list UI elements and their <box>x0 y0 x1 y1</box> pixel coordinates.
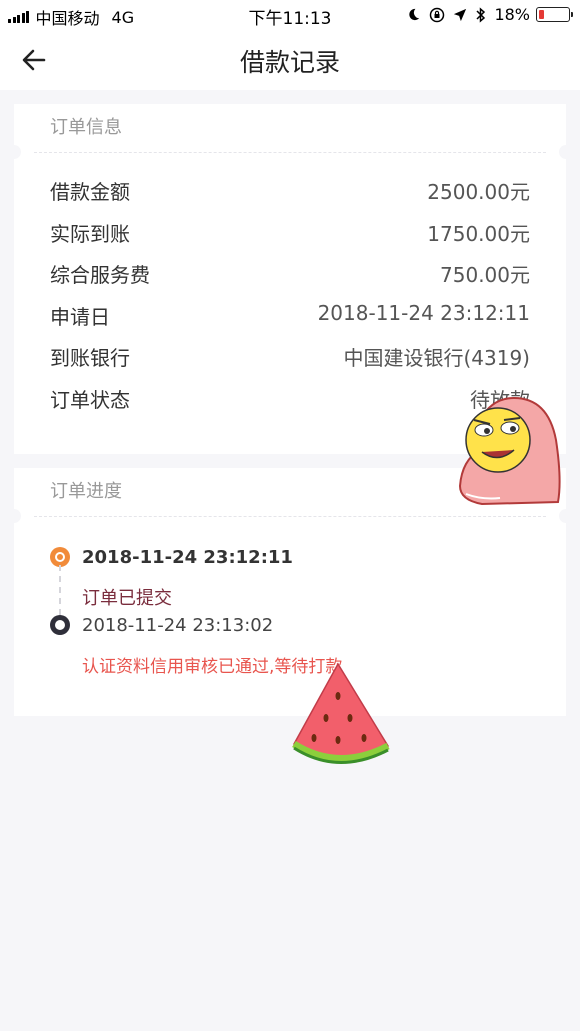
watermelon-sticker <box>292 662 390 764</box>
info-label: 订单状态 <box>50 388 130 412</box>
card-notch-right <box>559 145 573 159</box>
info-row-bank: 到账银行 中国建设银行(4319) <box>50 342 530 372</box>
info-row-service-fee: 综合服务费 750.00元 <box>50 259 530 289</box>
order-info-heading: 订单信息 <box>50 117 122 138</box>
info-row-apply-date: 申请日 2018-11-24 23:12:11 <box>50 301 530 331</box>
info-label: 借款金额 <box>50 180 130 204</box>
bluetooth-icon <box>476 6 486 23</box>
timeline-connector <box>59 565 61 615</box>
info-value: 2500.00元 <box>427 180 530 204</box>
page-title: 借款记录 <box>239 48 340 77</box>
info-value: 1750.00元 <box>427 222 530 246</box>
timeline-date: 2018-11-24 23:13:02 <box>82 615 274 636</box>
blanket-emoji-sticker <box>458 396 561 506</box>
info-label: 综合服务费 <box>50 263 150 287</box>
battery-icon <box>536 7 573 22</box>
nav-bar: 借款记录 <box>0 30 580 90</box>
timeline-dot <box>50 615 70 635</box>
info-label: 申请日 <box>50 305 110 329</box>
timeline-text: 订单已提交 <box>82 588 172 609</box>
location-icon <box>454 8 467 21</box>
info-value: 2018-11-24 23:12:11 <box>317 301 530 325</box>
battery-percent: 18% <box>494 5 530 24</box>
rotation-lock-icon <box>430 7 445 22</box>
info-label: 实际到账 <box>50 222 130 246</box>
info-label: 到账银行 <box>50 346 130 370</box>
info-value: 中国建设银行(4319) <box>343 346 530 370</box>
card-notch-left <box>7 509 21 523</box>
info-row-received: 实际到账 1750.00元 <box>50 218 530 248</box>
info-value: 750.00元 <box>440 263 530 287</box>
status-right: 18% <box>398 5 573 24</box>
status-bar: 中国移动 4G 下午11:13 18% <box>0 0 580 30</box>
timeline-date: 2018-11-24 23:12:11 <box>82 547 293 568</box>
divider <box>34 152 546 153</box>
timeline-dot-current <box>50 547 70 567</box>
info-row-loan-amount: 借款金额 2500.00元 <box>50 176 530 206</box>
divider <box>34 516 546 517</box>
card-notch-left <box>7 145 21 159</box>
moon-icon <box>409 8 420 21</box>
